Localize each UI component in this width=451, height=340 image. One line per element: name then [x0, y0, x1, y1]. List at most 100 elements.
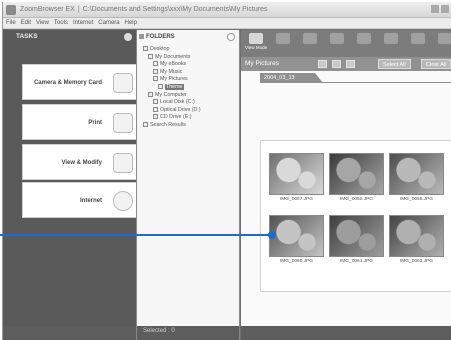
folder-icon [153, 99, 158, 105]
toolbar-icon [276, 33, 290, 44]
folder-tree-label: My Computer [155, 91, 187, 98]
menu-internet[interactable]: Internet [73, 18, 93, 28]
folder-tree-label: CD Drive (E:) [160, 114, 192, 121]
printer-icon [113, 113, 133, 133]
folder-icon [153, 106, 158, 112]
tasks-status-bar [3, 326, 136, 340]
photo-filename: IMG_0063.JPG [399, 259, 434, 264]
photo-thumbnail[interactable]: IMG_0060.JPG [269, 215, 324, 264]
select-all-button[interactable]: Select All [378, 59, 411, 69]
nav-folder-icon[interactable] [318, 60, 327, 68]
task-internet[interactable]: Internet [22, 182, 136, 218]
toolbar-button-label: View Mode [245, 45, 268, 50]
photo-filename: IMG_0060.JPG [279, 259, 314, 264]
tasks-collapse-icon[interactable] [124, 33, 132, 41]
photo-filename: IMG_0055.JPG [399, 197, 434, 202]
folder-icon [139, 34, 144, 39]
menu-tools[interactable]: Tools [54, 18, 68, 28]
task-label: Internet [79, 198, 102, 204]
clear-all-button[interactable]: Clear All [421, 59, 451, 69]
toolbar-button[interactable] [326, 33, 348, 54]
nav-search-icon[interactable] [346, 60, 355, 68]
view-modify-icon [113, 153, 133, 173]
folders-panel: FOLDERS Desktop My Documents My eBooks My M… [136, 30, 240, 340]
menu-file[interactable]: File [6, 18, 16, 28]
status-bar [241, 326, 451, 340]
photo-thumbnail[interactable]: IMG_0061.JPG [329, 215, 384, 264]
folder-icon [153, 76, 158, 82]
close-button[interactable] [441, 5, 449, 13]
task-label: Print [88, 120, 102, 126]
photo-filename: IMG_0061.JPG [339, 259, 374, 264]
folder-icon [148, 53, 153, 59]
toolbar-button[interactable] [407, 33, 429, 54]
current-path: My Pictures [245, 60, 279, 67]
folder-icon [148, 91, 153, 97]
toolbar-button[interactable] [299, 33, 321, 54]
folder-tree-label: My Pictures [160, 76, 188, 83]
folders-header: FOLDERS [137, 30, 239, 44]
folder-tree-item[interactable]: Optical Drive (D:) [153, 106, 201, 114]
selected-count: Selected : 0 [143, 328, 175, 334]
task-print[interactable]: Print [22, 104, 136, 140]
globe-icon [113, 191, 133, 211]
folder-tree-label: Theme [165, 84, 184, 90]
photo-image [269, 153, 324, 195]
title-bar: ZoomBrowser EX | C:\Documents and Settings… [3, 2, 451, 18]
task-view-modify[interactable]: View & Modify [22, 144, 136, 180]
path-title: C:\Documents and Settings\xxx\My Documen… [82, 6, 268, 13]
folder-tree-item[interactable]: Theme [158, 84, 184, 91]
callout-line [0, 234, 272, 236]
folder-tree-item[interactable]: My eBooks [153, 61, 186, 68]
toolbar-button[interactable] [272, 33, 294, 54]
nav-bar: My Pictures Select All Clear All [241, 57, 451, 71]
folder-tree-label: Optical Drive (D:) [160, 106, 201, 113]
photo-thumbnail[interactable]: IMG_0057.JPG [269, 153, 324, 202]
folder-tree-label: Desktop [150, 46, 170, 52]
folder-tree-item[interactable]: My Computer [148, 91, 187, 99]
folder-tree-item[interactable]: My Music [153, 68, 183, 76]
camera-icon [113, 73, 133, 93]
folder-tree-label: My Music [160, 68, 183, 75]
photo-image [329, 153, 384, 195]
thumbnail-area: 2004_03_13 IMG_0057.JPG IMG_0050.JPG IMG_0… [241, 71, 451, 326]
folders-header-label: FOLDERS [146, 34, 175, 40]
callout-dot [268, 231, 276, 239]
photo-thumbnail[interactable]: IMG_0055.JPG [389, 153, 444, 202]
main-pane: View Mode My Pictures Select All Clear A… [241, 30, 451, 340]
folder-tree-item[interactable]: CD Drive (E:) [153, 114, 192, 121]
menu-view[interactable]: View [36, 18, 49, 28]
toolbar-icon [303, 33, 317, 44]
folders-collapse-icon[interactable] [227, 33, 235, 41]
photo-thumbnail[interactable]: IMG_0063.JPG [389, 215, 444, 264]
folder-icon [143, 46, 148, 51]
toolbar-button[interactable] [434, 33, 451, 54]
folder-tree-item[interactable]: My Documents [148, 53, 190, 61]
toolbar-button[interactable]: View Mode [245, 33, 267, 54]
toolbar-button[interactable] [380, 33, 402, 54]
folder-tree-item[interactable]: Local Disk (C:) [153, 99, 195, 106]
photo-image [389, 153, 444, 195]
toolbar: View Mode [241, 30, 451, 57]
folder-tree-label: My eBooks [160, 61, 187, 68]
nav-up-icon[interactable] [332, 60, 341, 68]
toolbar-icon [438, 33, 451, 44]
folder-tree-item[interactable]: Search Results [143, 122, 186, 129]
task-label: Camera & Memory Card [33, 80, 102, 86]
folder-tree-item[interactable]: My Pictures [153, 76, 188, 83]
photo-image [269, 215, 324, 257]
tasks-header: TASKS [3, 30, 136, 44]
photo-group: IMG_0057.JPG IMG_0050.JPG IMG_0055.JPG IMG_… [260, 140, 451, 292]
window-controls [431, 5, 449, 13]
photo-image [329, 215, 384, 257]
folder-tree-item[interactable]: Desktop [143, 46, 169, 53]
toolbar-button[interactable] [353, 33, 375, 54]
photo-image [389, 215, 444, 257]
minimize-button[interactable] [431, 5, 439, 13]
folder-icon [153, 114, 158, 120]
menu-edit[interactable]: Edit [21, 18, 31, 28]
menu-help[interactable]: Help [125, 18, 137, 28]
task-camera-memory-card[interactable]: Camera & Memory Card [22, 64, 136, 100]
menu-camera[interactable]: Camera [98, 18, 119, 28]
photo-thumbnail[interactable]: IMG_0050.JPG [329, 153, 384, 202]
